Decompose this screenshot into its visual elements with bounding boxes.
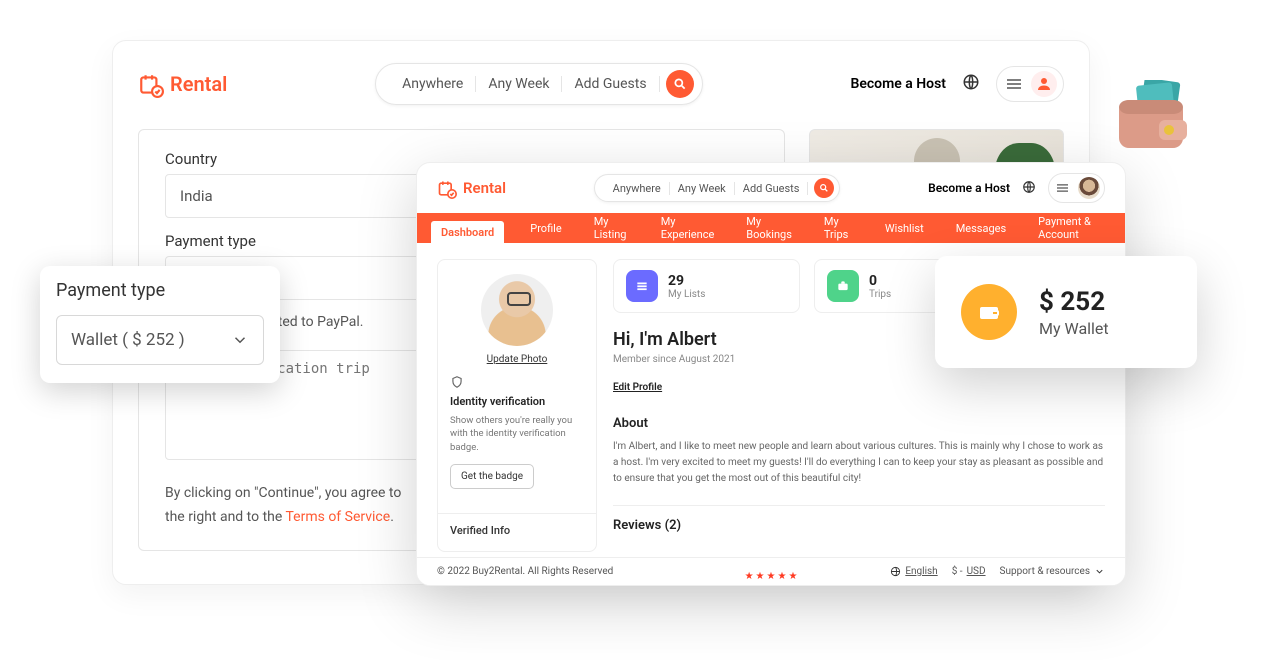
tab-profile[interactable]: Profile [524, 213, 567, 243]
become-host-link[interactable]: Become a Host [850, 76, 946, 92]
support-menu[interactable]: Support & resources [1000, 566, 1105, 577]
brand-name: Rental [463, 179, 506, 197]
chevron-down-icon [1094, 566, 1105, 577]
update-photo-link[interactable]: Update Photo [450, 354, 584, 365]
profile-card: Update Photo Identity verification Show … [437, 259, 597, 552]
paytype-popover-value: Wallet ( $ 252 ) [71, 330, 185, 350]
list-icon [626, 270, 658, 302]
divider [613, 505, 1105, 506]
search-anyweek[interactable]: Any Week [670, 182, 735, 195]
tab-myexperience[interactable]: My Experience [655, 213, 721, 243]
paytype-popover-title: Payment type [56, 280, 264, 301]
star-icon: ★ [767, 571, 776, 582]
stat-lists[interactable]: 29 My Lists [613, 259, 800, 313]
verified-info: Verified Info [450, 524, 584, 537]
burger-icon [1057, 184, 1068, 192]
front-window: Rental Anywhere Any Week Add Guests Beco… [416, 162, 1126, 586]
stat-lists-num: 29 [668, 273, 705, 289]
calendar-check-icon [138, 72, 164, 96]
brand-name: Rental [170, 72, 227, 96]
wallet-card[interactable]: $ 252 My Wallet [935, 256, 1197, 368]
front-header: Rental Anywhere Any Week Add Guests Beco… [417, 163, 1125, 213]
edit-profile-link[interactable]: Edit Profile [613, 382, 662, 393]
tab-messages[interactable]: Messages [950, 213, 1012, 243]
star-icon: ★ [777, 571, 786, 582]
front-header-right: Become a Host [928, 173, 1105, 203]
get-badge-button[interactable]: Get the badge [450, 464, 534, 489]
wallet-label: My Wallet [1039, 319, 1109, 338]
profile-avatar [481, 274, 553, 346]
about-heading: About [613, 416, 1105, 431]
star-icon: ★ [745, 571, 754, 582]
calendar-check-icon [437, 179, 457, 197]
divider [438, 513, 596, 514]
stat-lists-label: My Lists [668, 289, 705, 300]
tab-payment[interactable]: Payment & Account [1032, 213, 1111, 243]
search-pill[interactable]: Anywhere Any Week Add Guests [375, 63, 702, 105]
tab-mybookings[interactable]: My Bookings [740, 213, 798, 243]
paytype-popover-select[interactable]: Wallet ( $ 252 ) [56, 315, 264, 365]
wallet-illustration-icon [1115, 80, 1193, 160]
burger-icon [1007, 79, 1021, 89]
brand-logo[interactable]: Rental [138, 72, 227, 96]
lang-switch[interactable]: English [890, 566, 937, 577]
globe-icon[interactable] [1022, 179, 1036, 198]
star-icon: ★ [756, 571, 765, 582]
search-guests[interactable]: Add Guests [562, 76, 659, 92]
reviews-heading: Reviews (2) [613, 518, 1105, 533]
search-button[interactable] [814, 178, 834, 198]
search-anyweek[interactable]: Any Week [476, 76, 562, 92]
brand-logo-small[interactable]: Rental [437, 179, 506, 197]
tab-mytrips[interactable]: My Trips [818, 213, 859, 243]
back-header: Rental Anywhere Any Week Add Guests Beco… [138, 59, 1064, 109]
currency-switch[interactable]: $ - USD [952, 566, 986, 577]
back-header-right: Become a Host [850, 66, 1064, 102]
user-menu[interactable] [1048, 173, 1105, 203]
search-button[interactable] [666, 70, 694, 98]
payment-type-popover: Payment type Wallet ( $ 252 ) [40, 266, 280, 383]
copyright: © 2022 Buy2Rental. All Rights Reserved [437, 566, 613, 577]
search-guests[interactable]: Add Guests [735, 182, 809, 195]
search-anywhere[interactable]: Anywhere [605, 182, 670, 195]
shield-icon [450, 375, 464, 389]
wallet-amount: $ 252 [1039, 287, 1109, 317]
search-pill-small[interactable]: Anywhere Any Week Add Guests [594, 174, 841, 202]
globe-icon [890, 566, 901, 577]
about-text: I'm Albert, and I like to meet new peopl… [613, 439, 1105, 487]
star-icon: ★ [788, 571, 797, 582]
globe-icon[interactable] [962, 73, 980, 95]
tab-wishlist[interactable]: Wishlist [879, 213, 930, 243]
user-menu[interactable] [996, 66, 1064, 102]
briefcase-icon [827, 270, 859, 302]
stars-decor: ★★★★★ [745, 571, 798, 582]
search-anywhere[interactable]: Anywhere [390, 76, 476, 92]
become-host-link[interactable]: Become a Host [928, 181, 1010, 195]
terms-link[interactable]: Terms of Service [286, 509, 391, 525]
avatar-icon [1031, 71, 1057, 97]
chevron-down-icon [231, 331, 249, 349]
idver-text: Show others you're really you with the i… [450, 414, 584, 454]
tabs-bar: Dashboard Profile My Listing My Experien… [417, 213, 1125, 243]
tab-dashboard[interactable]: Dashboard [431, 221, 504, 243]
avatar-photo [1078, 177, 1100, 199]
wallet-circle-icon [961, 284, 1017, 340]
tab-mylisting[interactable]: My Listing [588, 213, 635, 243]
idver-heading: Identity verification [450, 395, 584, 408]
stat-trips-num: 0 [869, 273, 891, 289]
stat-trips-label: Trips [869, 289, 891, 300]
